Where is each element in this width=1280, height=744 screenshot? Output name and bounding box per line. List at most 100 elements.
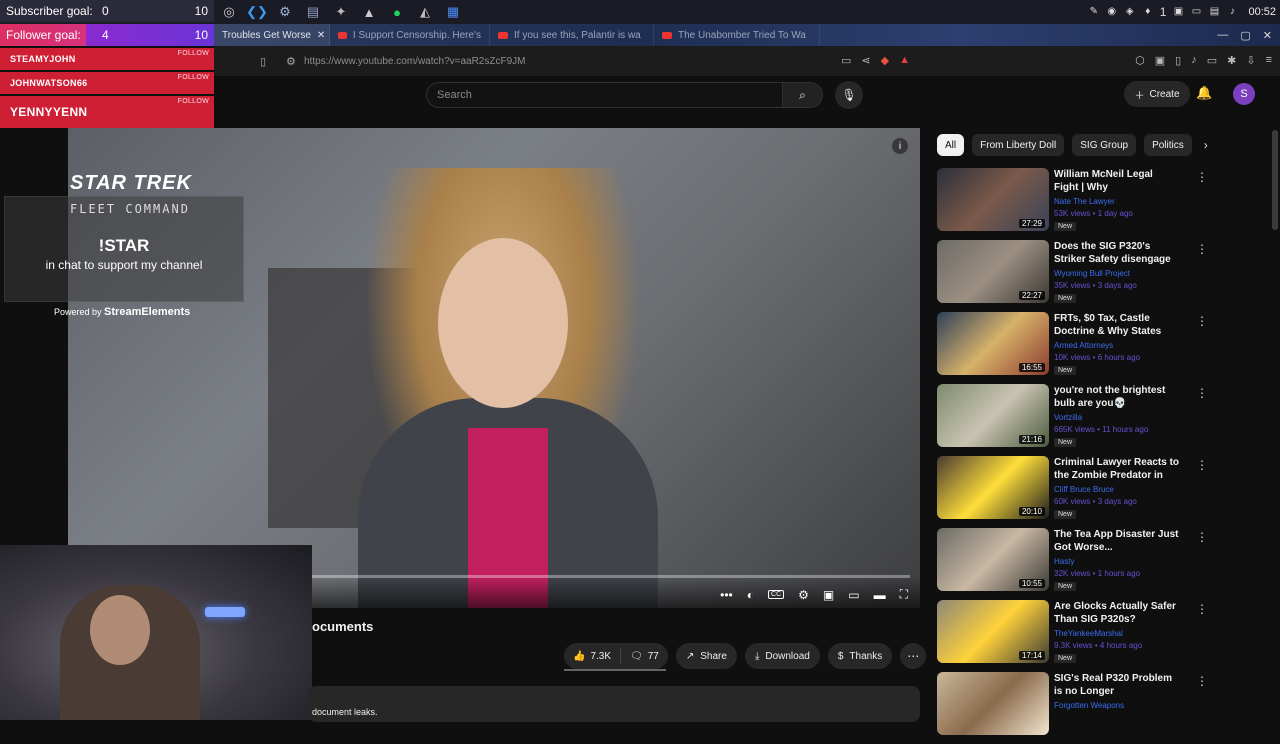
monitor-icon[interactable]: ▭: [1190, 6, 1202, 18]
channel-name[interactable]: Cliff Bruce Bruce: [1054, 485, 1114, 494]
close-window-icon[interactable]: ✕: [1263, 29, 1272, 42]
channel-name[interactable]: Wyoming Bull Project: [1054, 269, 1130, 278]
printer-icon[interactable]: ▣: [1172, 6, 1184, 18]
browser-tab[interactable]: I Support Censorship. Here's: [330, 24, 490, 46]
share-icon[interactable]: ⋖: [861, 54, 870, 67]
shield-icon[interactable]: ◈: [1124, 6, 1136, 18]
video-thumbnail[interactable]: 17:14: [937, 600, 1049, 663]
browser-tab[interactable]: The Unabomber Tried To Wa: [654, 24, 820, 46]
record-icon[interactable]: ◉: [1106, 6, 1118, 18]
filter-chip[interactable]: All: [937, 134, 965, 156]
related-video-item[interactable]: 10:55 The Tea App Disaster Just Got Worse…: [937, 528, 1280, 600]
wallet-icon[interactable]: ▭: [1207, 54, 1217, 67]
scrollbar[interactable]: [1272, 130, 1278, 230]
autoplay-toggle-icon[interactable]: ◐: [747, 588, 754, 602]
cast-icon[interactable]: ▭: [841, 54, 851, 67]
download-icon[interactable]: ⇩: [1246, 54, 1255, 67]
site-info-icon[interactable]: ⚙: [286, 55, 296, 68]
pen-icon[interactable]: ✎: [1088, 6, 1100, 18]
video-thumbnail[interactable]: 22:27: [937, 240, 1049, 303]
like-button[interactable]: 👍 7.3K: [564, 643, 620, 669]
app2-icon[interactable]: ▲: [358, 2, 380, 22]
bookmark-icon[interactable]: ▯: [260, 55, 266, 68]
kebab-menu-icon[interactable]: ⋮: [1196, 242, 1208, 256]
maximize-icon[interactable]: ▢: [1240, 29, 1250, 42]
docs-icon[interactable]: ▦: [442, 2, 464, 22]
more-options-icon[interactable]: •••: [720, 588, 733, 602]
cast-icon[interactable]: ▬: [874, 588, 886, 602]
captions-icon[interactable]: CC: [768, 590, 785, 599]
video-thumbnail[interactable]: 16:55: [937, 312, 1049, 375]
steam-icon[interactable]: ⚙: [274, 2, 296, 22]
related-video-item[interactable]: 17:14 Are Glocks Actually Safer Than SIG …: [937, 600, 1280, 672]
related-video-item[interactable]: 27:29 William McNeil Legal Fight | Why @T…: [937, 168, 1280, 240]
description-box[interactable]: [308, 686, 920, 722]
search-button[interactable]: ⌕: [783, 82, 823, 108]
extension-icon[interactable]: ♪: [1191, 54, 1197, 67]
kebab-menu-icon[interactable]: ⋮: [1196, 602, 1208, 616]
extension-icon[interactable]: ▣: [1155, 54, 1165, 67]
channel-name[interactable]: TheYankeeMarshal: [1054, 629, 1123, 638]
puzzle-icon[interactable]: ✱: [1227, 54, 1236, 67]
kebab-menu-icon[interactable]: ⋮: [1196, 674, 1208, 688]
comments-button[interactable]: 🗨 77: [621, 643, 668, 669]
kebab-menu-icon[interactable]: ⋮: [1196, 458, 1208, 472]
browser-tab[interactable]: If you see this, Palantir is wa: [490, 24, 654, 46]
video-thumbnail[interactable]: [937, 672, 1049, 735]
close-icon[interactable]: ✕: [317, 30, 325, 41]
game-icon[interactable]: ✦: [330, 2, 352, 22]
spotify-icon[interactable]: ●: [386, 2, 408, 22]
app-icon[interactable]: ▤: [302, 2, 324, 22]
brave-shield-icon[interactable]: ◆: [881, 54, 889, 67]
miniplayer-icon[interactable]: ▣: [823, 588, 834, 602]
video-thumbnail[interactable]: 21:16: [937, 384, 1049, 447]
extension-icon[interactable]: ⬡: [1135, 54, 1145, 67]
video-thumbnail[interactable]: 27:29: [937, 168, 1049, 231]
video-thumbnail[interactable]: 20:10: [937, 456, 1049, 519]
network-icon[interactable]: ▤: [1208, 6, 1220, 18]
kebab-menu-icon[interactable]: ⋮: [1196, 314, 1208, 328]
kebab-menu-icon[interactable]: ⋮: [1196, 386, 1208, 400]
filter-chip[interactable]: SIG Group: [1072, 134, 1137, 156]
related-video-item[interactable]: 20:10 Criminal Lawyer Reacts to the Zombi…: [937, 456, 1280, 528]
video-thumbnail[interactable]: 10:55: [937, 528, 1049, 591]
browser-tab[interactable]: Troubles Get Worse ✕: [214, 24, 330, 46]
minimize-icon[interactable]: —: [1217, 29, 1228, 41]
rewards-icon[interactable]: ▲: [899, 54, 910, 67]
settings-gear-icon[interactable]: ⚙: [798, 588, 809, 602]
channel-name[interactable]: Forgotten Weapons: [1054, 701, 1124, 710]
related-video-item[interactable]: 16:55 FRTs, $0 Tax, Castle Doctrine & Why…: [937, 312, 1280, 384]
vscode-icon[interactable]: ❮❯: [246, 2, 268, 22]
url-field[interactable]: https://www.youtube.com/watch?v=aaR2sZcF…: [304, 56, 525, 67]
related-video-item[interactable]: SIG's Real P320 Problem is no Longer Unc…: [937, 672, 1280, 744]
notifications-bell-icon[interactable]: 🔔: [1196, 85, 1212, 101]
menu-icon[interactable]: ≡: [1266, 54, 1272, 67]
obs-icon[interactable]: ◎: [218, 2, 240, 22]
create-button[interactable]: ＋ Create: [1124, 81, 1190, 107]
notification-icon[interactable]: ♦: [1142, 6, 1154, 18]
filter-chip[interactable]: From Liberty Doll: [972, 134, 1065, 156]
thanks-button[interactable]: $ Thanks: [827, 643, 893, 669]
avatar[interactable]: S: [1233, 83, 1255, 105]
kebab-menu-icon[interactable]: ⋮: [1196, 170, 1208, 184]
related-video-item[interactable]: 22:27 Does the SIG P320's Striker Safety …: [937, 240, 1280, 312]
kebab-menu-icon[interactable]: ⋮: [1196, 530, 1208, 544]
channel-name[interactable]: Vortzilla: [1054, 413, 1082, 422]
sidebar-icon[interactable]: ▯: [1175, 54, 1181, 67]
voice-search-button[interactable]: 🎙: [835, 81, 863, 109]
volume-icon[interactable]: ♪: [1226, 6, 1238, 18]
chevron-right-icon[interactable]: ›: [1204, 138, 1208, 152]
channel-name[interactable]: Hasty: [1054, 557, 1074, 566]
channel-name[interactable]: Nate The Lawyer: [1054, 197, 1115, 206]
channel-name[interactable]: Armed Attorneys: [1054, 341, 1113, 350]
info-icon[interactable]: i: [892, 138, 908, 154]
monitor-icon[interactable]: ◭: [414, 2, 436, 22]
filter-chip[interactable]: Politics: [1144, 134, 1192, 156]
download-button[interactable]: ⤓ Download: [744, 643, 820, 669]
fullscreen-icon[interactable]: ⛶: [900, 587, 908, 602]
search-input[interactable]: Search: [426, 82, 783, 108]
related-video-item[interactable]: 21:16 you're not the brightest bulb are y…: [937, 384, 1280, 456]
theater-mode-icon[interactable]: ▭: [848, 588, 859, 602]
share-button[interactable]: ↗ Share: [675, 643, 737, 669]
more-actions-button[interactable]: ⋯: [900, 643, 927, 669]
